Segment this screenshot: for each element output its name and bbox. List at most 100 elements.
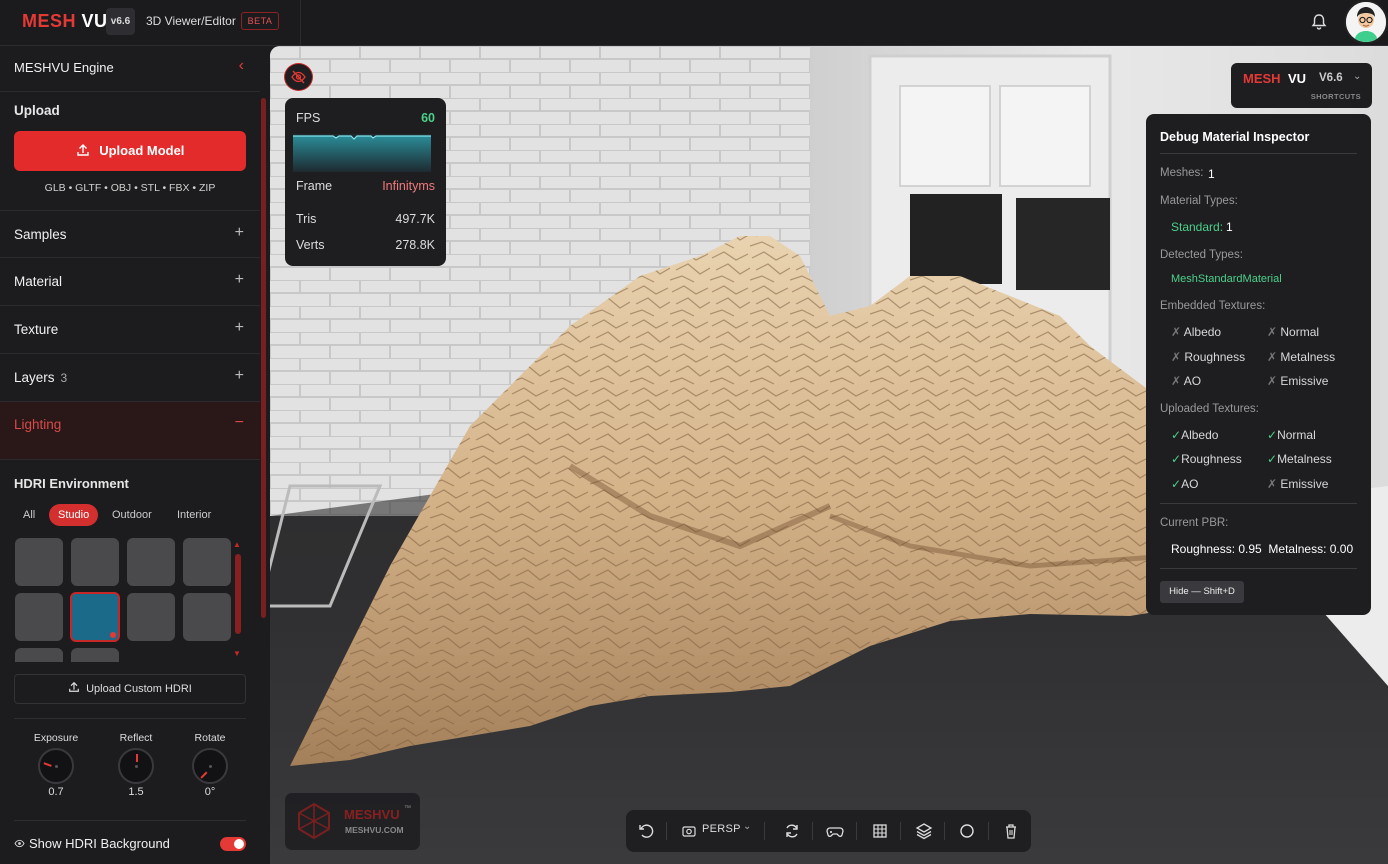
check-icon: ✓	[1171, 477, 1182, 491]
rotate-knob[interactable]	[192, 748, 228, 784]
reflect-value: 1.5	[128, 786, 144, 798]
tab-outdoor[interactable]: Outdoor	[103, 504, 161, 526]
camera-mode-dropdown[interactable]: PERSP	[702, 823, 741, 835]
supported-formats: GLB • GLTF • OBJ • STL • FBX • ZIP	[44, 182, 216, 194]
section-label: Layers 3	[14, 370, 67, 385]
hdri-thumb[interactable]	[183, 593, 231, 641]
brand-logo[interactable]: MESH VU	[22, 11, 108, 32]
grid-icon[interactable]	[870, 821, 890, 841]
hdri-title: HDRI Environment	[14, 476, 129, 491]
rotate-value: 0°	[204, 786, 216, 798]
detected-type-value: MeshStandardMaterial	[1171, 273, 1282, 285]
user-avatar[interactable]	[1344, 0, 1388, 44]
layers-icon[interactable]	[914, 821, 934, 841]
section-texture[interactable]: Texture +	[0, 306, 260, 354]
gamepad-icon[interactable]	[825, 821, 845, 841]
section-material[interactable]: Material +	[0, 258, 260, 306]
uploaded-metalness: ✓Metalness	[1267, 452, 1332, 466]
selected-dot	[110, 632, 116, 638]
upload-model-button[interactable]: Upload Model	[14, 131, 246, 171]
scroll-down-icon[interactable]: ▼	[233, 649, 241, 658]
texture-name: Normal	[1277, 428, 1316, 442]
exposure-knob[interactable]	[38, 748, 74, 784]
cross-icon: ✗	[1267, 374, 1281, 388]
show-hdri-background-toggle[interactable]	[220, 837, 246, 851]
eye-icon	[14, 836, 29, 851]
embedded-ao: ✗ AO	[1171, 374, 1201, 388]
tab-studio[interactable]: Studio	[49, 504, 99, 526]
upload-custom-hdri-button[interactable]: Upload Custom HDRI	[14, 674, 246, 704]
texture-name: Emissive	[1280, 477, 1329, 491]
knob-center	[209, 765, 212, 768]
cross-icon: ✗	[1267, 350, 1281, 364]
knob-indicator	[136, 754, 138, 762]
section-label: Material	[14, 274, 63, 289]
tab-all[interactable]: All	[14, 504, 44, 526]
hdri-thumb[interactable]	[15, 648, 63, 662]
stats-panel: FPS 60 Frame Infinityms Tris 497.7K Vert…	[285, 98, 446, 266]
divider	[1160, 503, 1357, 504]
hdri-grid-scrollbar[interactable]	[235, 554, 241, 634]
section-samples[interactable]: Samples +	[0, 210, 260, 258]
texture-name: AO	[1181, 477, 1199, 491]
reflect-knob[interactable]	[118, 748, 154, 784]
exposure-label: Exposure	[33, 732, 79, 744]
uploaded-textures-label: Uploaded Textures:	[1160, 403, 1259, 415]
texture-name: Roughness	[1181, 452, 1242, 466]
hide-stats-button[interactable]	[284, 63, 313, 91]
tab-interior[interactable]: Interior	[168, 504, 220, 526]
shortcuts-logo-chip[interactable]: MESH VU V6.6 ⌄ SHORTCUTS	[1231, 63, 1372, 108]
uploaded-albedo: ✓Albedo	[1171, 428, 1218, 442]
scroll-up-icon[interactable]: ▲	[233, 540, 241, 549]
cross-icon: ✗	[1171, 350, 1185, 364]
bell-icon[interactable]	[1310, 12, 1328, 32]
embedded-textures-label: Embedded Textures:	[1160, 300, 1266, 312]
uploaded-ao: ✓AO	[1171, 477, 1198, 491]
divider	[988, 822, 989, 840]
circle-icon[interactable]	[957, 821, 977, 841]
embedded-metalness: ✗ Metalness	[1267, 350, 1335, 364]
hdri-thumb[interactable]	[15, 538, 63, 586]
texture-name: Albedo	[1181, 428, 1219, 442]
divider	[944, 822, 945, 840]
upload-icon	[68, 681, 86, 695]
hdri-thumb[interactable]	[127, 538, 175, 586]
beta-badge: BETA	[241, 12, 279, 30]
upload-icon	[76, 143, 100, 158]
undo-icon[interactable]	[636, 821, 656, 841]
section-lighting[interactable]: Lighting −	[0, 402, 260, 460]
debug-material-inspector: Debug Material Inspector Meshes: 1 Mater…	[1146, 114, 1371, 615]
chevron-down-icon: ⌄	[743, 821, 752, 832]
chip-mesh: MESH	[1243, 71, 1281, 86]
hdri-thumb[interactable]	[127, 593, 175, 641]
watermark-url: MESHVU.COM	[345, 825, 404, 835]
sidebar-scrollbar[interactable]	[261, 98, 266, 618]
verts-label: Verts	[296, 238, 325, 252]
divider	[900, 822, 901, 840]
trash-icon[interactable]	[1001, 821, 1021, 841]
hide-inspector-button[interactable]: Hide — Shift+D	[1160, 581, 1244, 603]
expand-icon: +	[234, 367, 244, 384]
frame-label: Frame	[296, 179, 333, 193]
exposure-value: 0.7	[48, 786, 64, 798]
section-layers[interactable]: Layers 3 +	[0, 354, 260, 402]
current-pbr-label: Current PBR:	[1160, 517, 1229, 529]
knob-center	[55, 765, 58, 768]
watermark-tm: ™	[404, 805, 411, 812]
hdri-thumb[interactable]	[15, 593, 63, 641]
hdri-thumb[interactable]	[183, 538, 231, 586]
layers-count: 3	[60, 371, 68, 385]
divider	[1160, 568, 1357, 569]
meshvu-logo-icon	[295, 802, 333, 845]
expand-icon: +	[234, 224, 244, 241]
auto-rotate-icon[interactable]	[782, 821, 802, 841]
cross-icon: ✗	[1171, 374, 1184, 388]
collapse-chevron-icon[interactable]: ‹	[239, 57, 244, 75]
hdri-thumb[interactable]	[71, 538, 119, 586]
hdri-thumb[interactable]	[71, 648, 119, 662]
hdri-thumb-selected[interactable]	[70, 592, 120, 642]
frame-value: Infinityms	[382, 179, 435, 193]
texture-name: Normal	[1280, 325, 1320, 339]
brand-vu: VU	[81, 11, 108, 31]
divider	[764, 822, 765, 840]
